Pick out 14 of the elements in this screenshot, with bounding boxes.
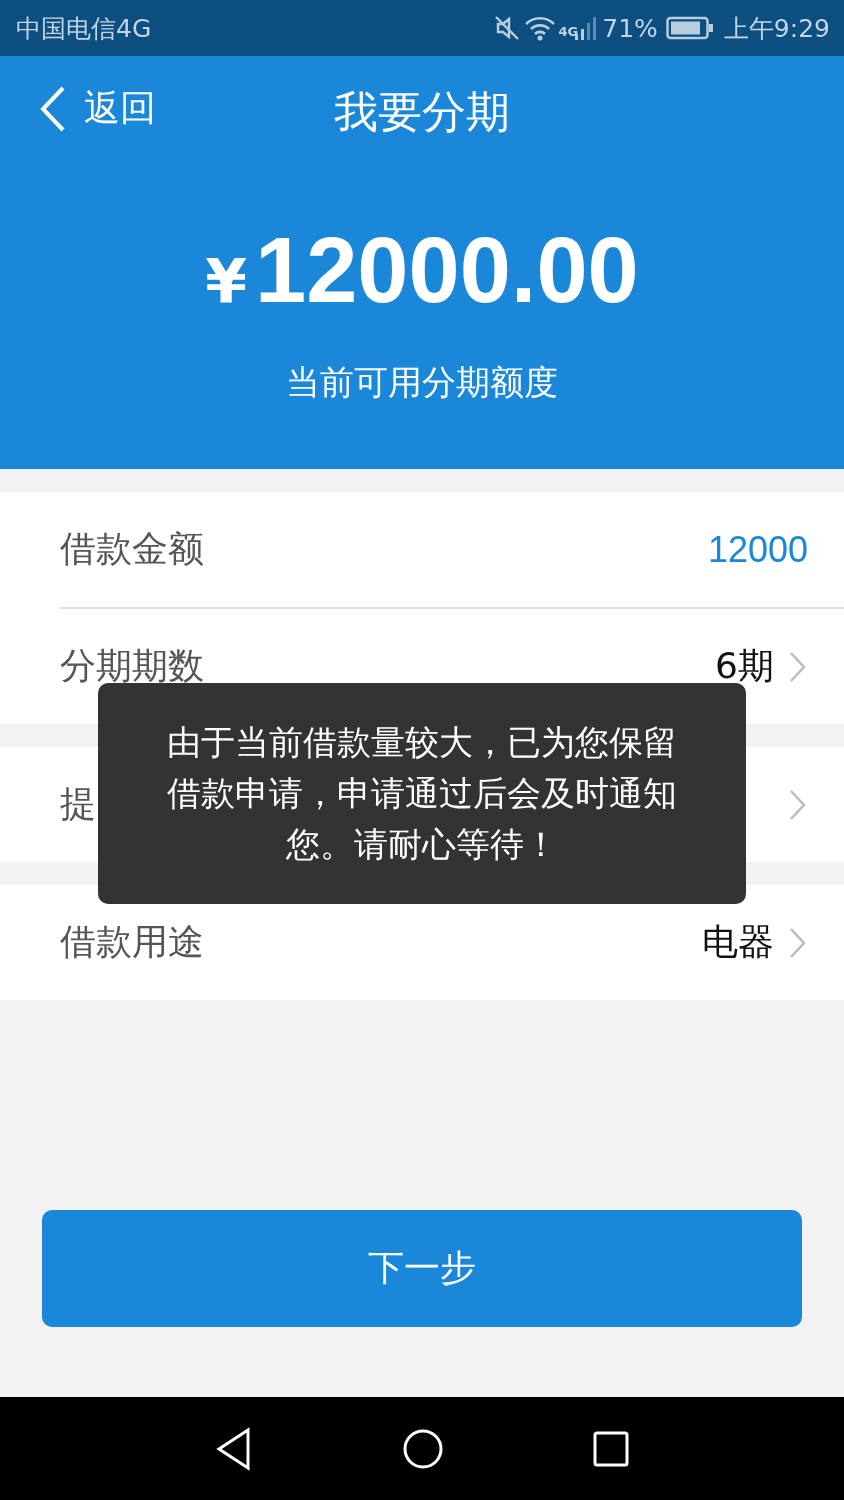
- currency-symbol: ¥: [205, 246, 247, 316]
- credit-caption: 当前可用分期额度: [285, 361, 559, 404]
- message-toast: 由于当前借款量较大，已为您保留借款申请，申请通过后会及时通知您。请耐心等待！: [98, 683, 746, 904]
- carrier-name: 中国电信4G: [16, 12, 152, 45]
- field-label: 提: [60, 782, 96, 826]
- page-title: 我要分期: [334, 84, 510, 139]
- credit-amount: 12000.00: [255, 224, 639, 316]
- field-value: 电器: [702, 920, 774, 964]
- network-type: 4G: [558, 23, 579, 39]
- field-label: 借款用途: [60, 920, 204, 964]
- amount-value: 12000: [707, 528, 808, 571]
- battery-percent: 71%: [602, 13, 658, 43]
- field-label: 借款金额: [60, 527, 204, 571]
- clock: 上午9:29: [723, 12, 830, 45]
